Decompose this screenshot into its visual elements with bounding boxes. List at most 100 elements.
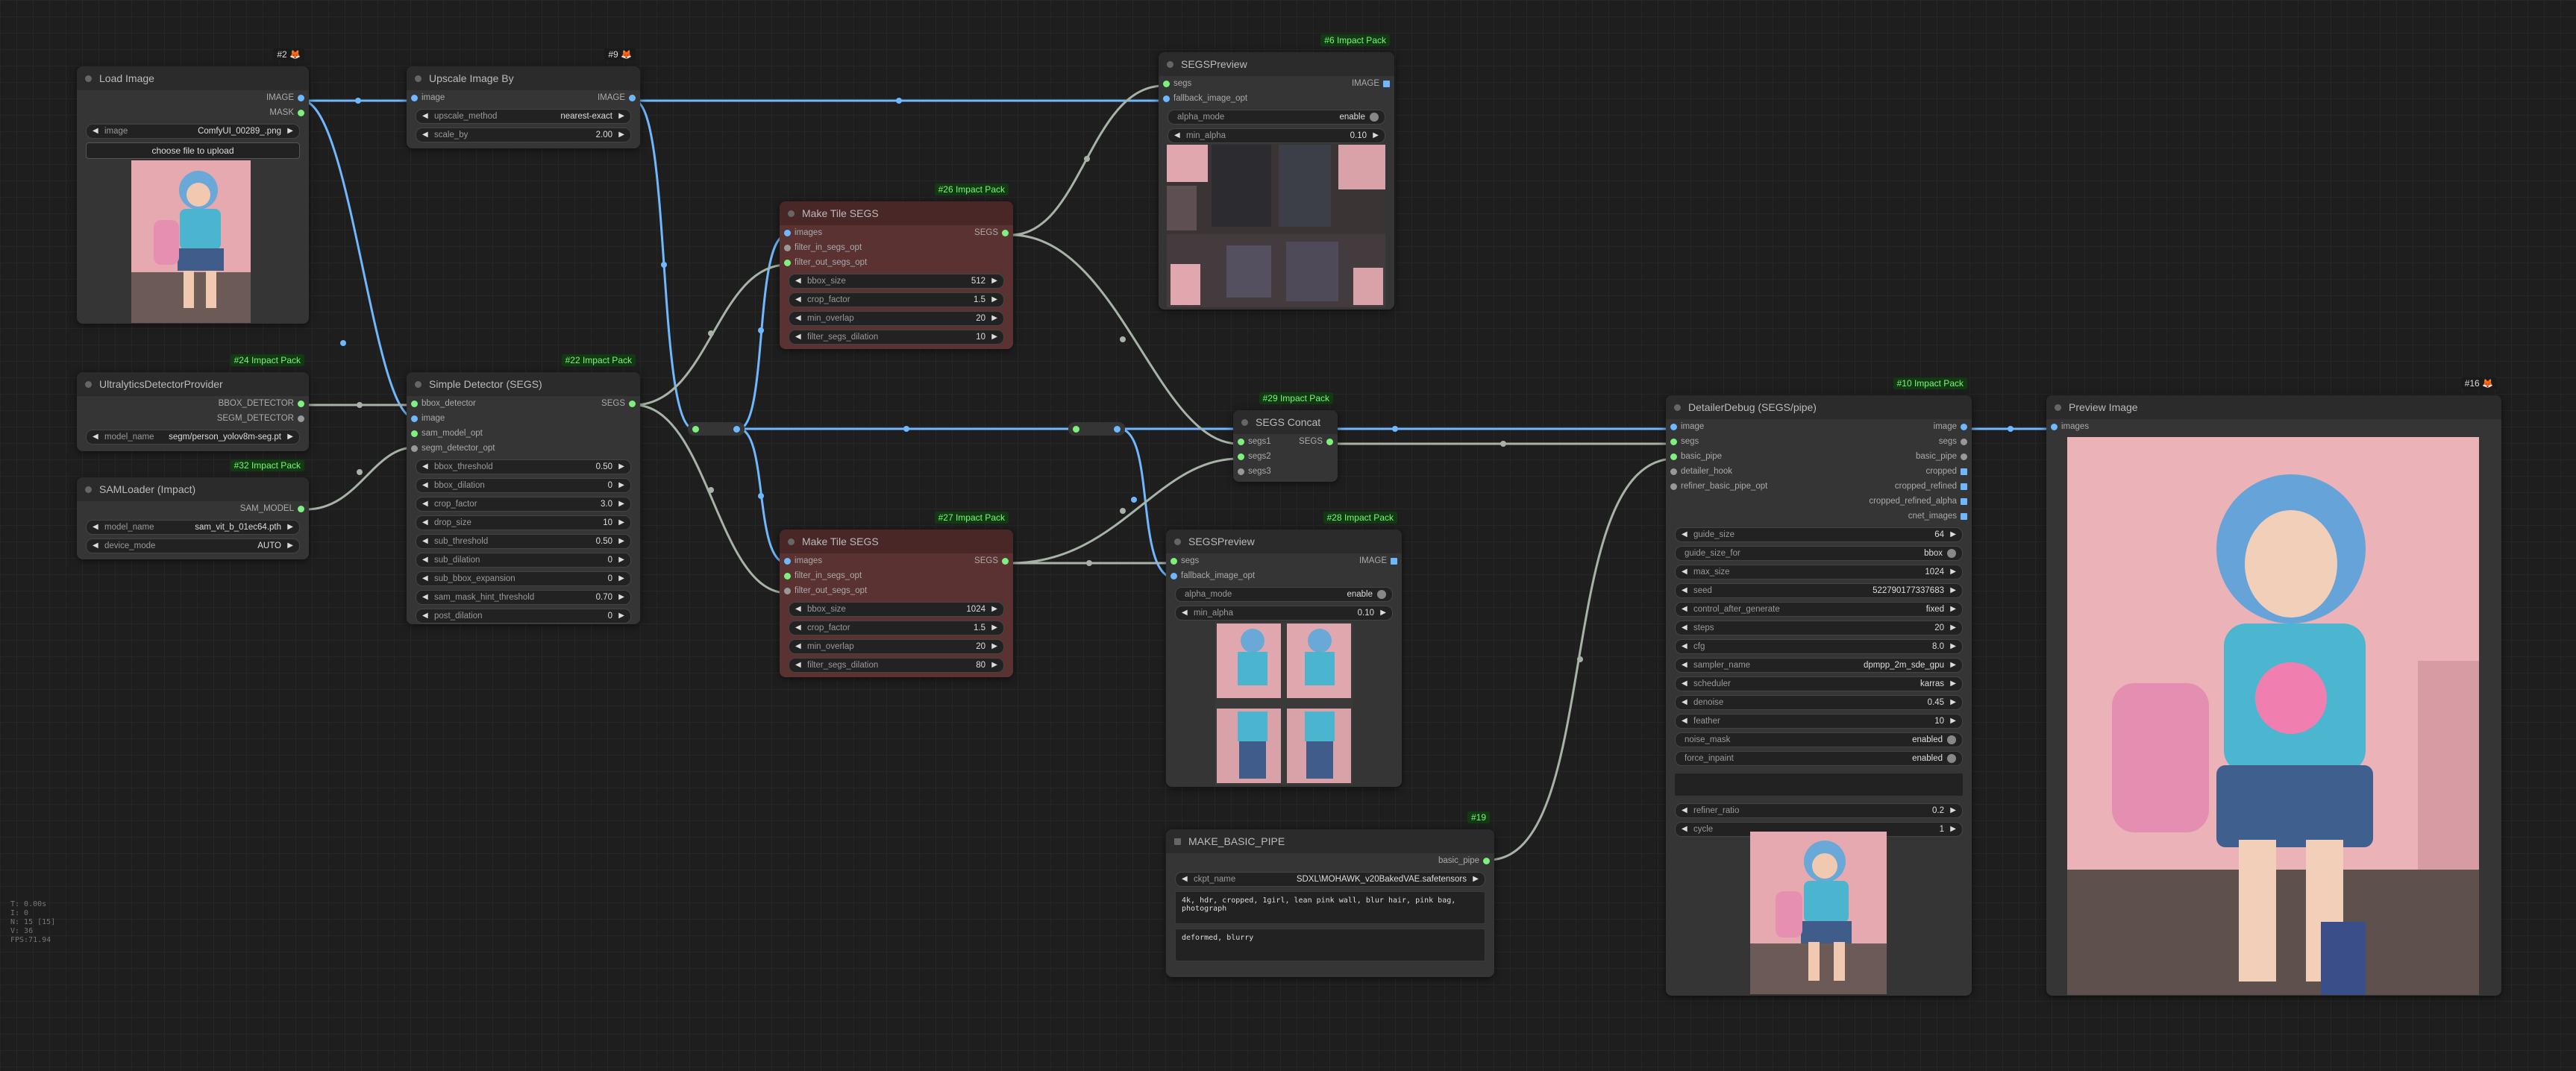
arrow-right-icon[interactable]: ▶ xyxy=(991,330,997,344)
widget-max-size[interactable]: ◀ max_size 1024 ▶ xyxy=(1675,565,1963,580)
output-pin[interactable] xyxy=(298,95,304,101)
output-pin[interactable] xyxy=(733,426,740,433)
arrow-left-icon[interactable]: ◀ xyxy=(1182,606,1188,620)
widget-guide-size[interactable]: ◀ guide_size 64 ▶ xyxy=(1675,527,1963,542)
input-pin[interactable] xyxy=(411,95,418,101)
widget-seed[interactable]: ◀ seed 522790177337683 ▶ xyxy=(1675,583,1963,598)
arrow-right-icon[interactable]: ▶ xyxy=(618,460,624,474)
arrow-right-icon[interactable]: ▶ xyxy=(618,516,624,530)
widget-bbox-size[interactable]: ◀ bbox_size 512 ▶ xyxy=(789,274,1004,289)
input-pin[interactable] xyxy=(411,401,418,407)
widget-crop-factor[interactable]: ◀ crop_factor 3.0 ▶ xyxy=(416,497,631,512)
widget-bbox-threshold[interactable]: ◀ bbox_threshold 0.50 ▶ xyxy=(416,459,631,474)
widget-sub-threshold[interactable]: ◀ sub_threshold 0.50 ▶ xyxy=(416,534,631,549)
input-pin[interactable] xyxy=(784,573,791,580)
toggle-icon[interactable] xyxy=(1370,113,1379,122)
node-title[interactable]: Upscale Image By xyxy=(407,66,640,90)
input-pin[interactable] xyxy=(784,558,791,565)
output-pin[interactable] xyxy=(1383,81,1390,87)
arrow-left-icon[interactable]: ◀ xyxy=(795,330,801,344)
node-title[interactable]: SEGSPreview xyxy=(1159,52,1394,76)
node-title[interactable]: DetailerDebug (SEGS/pipe) xyxy=(1666,395,1972,419)
input-pin[interactable] xyxy=(784,245,791,251)
widget-sam-mask-hint-threshold[interactable]: ◀ sam_mask_hint_threshold 0.70 ▶ xyxy=(416,590,631,605)
node-title[interactable]: Make Tile SEGS xyxy=(780,201,1013,225)
widget-upscale-method[interactable]: ◀ upscale_method nearest-exact ▶ xyxy=(416,109,631,124)
arrow-left-icon[interactable]: ◀ xyxy=(1682,804,1687,817)
arrow-right-icon[interactable]: ▶ xyxy=(1950,565,1956,579)
node-title[interactable]: Simple Detector (SEGS) xyxy=(407,372,640,396)
input-pin[interactable] xyxy=(1670,439,1677,445)
arrow-left-icon[interactable]: ◀ xyxy=(1682,823,1687,836)
arrow-left-icon[interactable]: ◀ xyxy=(1682,584,1687,597)
output-pin[interactable] xyxy=(298,506,304,512)
input-pin[interactable] xyxy=(1670,424,1677,430)
widget-sampler-name[interactable]: ◀ sampler_name dpmpp_2m_sde_gpu ▶ xyxy=(1675,658,1963,673)
widget-noise-mask[interactable]: noise_mask enabled xyxy=(1675,732,1963,747)
widget-scheduler[interactable]: ◀ scheduler karras ▶ xyxy=(1675,676,1963,691)
toggle-icon[interactable] xyxy=(1377,590,1386,599)
arrow-right-icon[interactable]: ▶ xyxy=(618,591,624,604)
widget-cfg[interactable]: ◀ cfg 8.0 ▶ xyxy=(1675,639,1963,654)
input-pin[interactable] xyxy=(411,415,418,422)
arrow-right-icon[interactable]: ▶ xyxy=(1950,528,1956,541)
output-pin[interactable] xyxy=(1961,468,1967,475)
widget-control-after-generate[interactable]: ◀ control_after_generate fixed ▶ xyxy=(1675,602,1963,617)
output-pin[interactable] xyxy=(298,415,304,422)
reroute-node[interactable] xyxy=(688,422,745,436)
widget-alpha-mode[interactable]: alpha_mode enable xyxy=(1175,587,1393,602)
arrow-right-icon[interactable]: ▶ xyxy=(287,521,293,534)
output-pin[interactable] xyxy=(1391,558,1397,565)
arrow-right-icon[interactable]: ▶ xyxy=(618,609,624,623)
arrow-left-icon[interactable]: ◀ xyxy=(1682,640,1687,653)
arrow-right-icon[interactable]: ▶ xyxy=(618,479,624,492)
output-pin[interactable] xyxy=(298,401,304,407)
arrow-left-icon[interactable]: ◀ xyxy=(422,516,428,530)
widget-sub-bbox-expansion[interactable]: ◀ sub_bbox_expansion 0 ▶ xyxy=(416,571,631,586)
arrow-left-icon[interactable]: ◀ xyxy=(422,479,428,492)
arrow-left-icon[interactable]: ◀ xyxy=(1682,659,1687,672)
arrow-left-icon[interactable]: ◀ xyxy=(1682,603,1687,616)
node-title[interactable]: SAMLoader (Impact) xyxy=(77,477,309,501)
toggle-icon[interactable] xyxy=(1947,735,1956,744)
arrow-left-icon[interactable]: ◀ xyxy=(93,430,98,444)
arrow-left-icon[interactable]: ◀ xyxy=(422,535,428,548)
widget-post-dilation[interactable]: ◀ post_dilation 0 ▶ xyxy=(416,609,631,624)
output-pin[interactable] xyxy=(1002,558,1009,565)
arrow-right-icon[interactable]: ▶ xyxy=(991,312,997,325)
output-pin[interactable] xyxy=(1961,513,1967,520)
input-pin[interactable] xyxy=(692,426,699,433)
image-select[interactable]: ◀ image ComfyUI_00289_.png ▶ xyxy=(86,124,300,139)
arrow-right-icon[interactable]: ▶ xyxy=(1950,640,1956,653)
arrow-left-icon[interactable]: ◀ xyxy=(422,591,428,604)
output-pin[interactable] xyxy=(1961,483,1967,490)
output-pin[interactable] xyxy=(1961,498,1967,505)
widget-filter-segs-dilation[interactable]: ◀ filter_segs_dilation 10 ▶ xyxy=(789,330,1004,345)
arrow-right-icon[interactable]: ▶ xyxy=(991,621,997,635)
arrow-left-icon[interactable]: ◀ xyxy=(422,460,428,474)
widget-force-inpaint[interactable]: force_inpaint enabled xyxy=(1675,751,1963,766)
output-pin[interactable] xyxy=(1326,439,1333,445)
widget-model-name[interactable]: ◀ model_name segm/person_yolov8m-seg.pt ▶ xyxy=(86,430,300,445)
input-pin[interactable] xyxy=(784,588,791,594)
node-title[interactable]: UltralyticsDetectorProvider xyxy=(77,372,309,396)
arrow-right-icon[interactable]: ▶ xyxy=(1950,823,1956,836)
arrow-right-icon[interactable]: ▶ xyxy=(618,110,624,123)
input-pin[interactable] xyxy=(1171,573,1177,580)
arrow-right-icon[interactable]: ▶ xyxy=(287,430,293,444)
arrow-right-icon[interactable]: ▶ xyxy=(1950,659,1956,672)
arrow-right-icon[interactable]: ▶ xyxy=(1950,584,1956,597)
output-pin[interactable] xyxy=(1114,426,1121,433)
arrow-left-icon[interactable]: ◀ xyxy=(93,539,98,553)
node-make-tile-segs-1[interactable]: #26 Impact Pack Make Tile SEGS images SEG… xyxy=(780,183,1013,349)
node-load-image[interactable]: #2 🦊 Load Image IMAGE MASK ◀ image ComfyUI… xyxy=(77,48,309,324)
node-detailer-debug[interactable]: #10 Impact Pack DetailerDebug (SEGS/pipe… xyxy=(1666,377,1972,996)
arrow-left-icon[interactable]: ◀ xyxy=(1682,621,1687,635)
arrow-right-icon[interactable]: ▶ xyxy=(1373,129,1379,142)
node-samloader[interactable]: #32 Impact Pack SAMLoader (Impact) SAM_M… xyxy=(77,459,309,559)
arrow-left-icon[interactable]: ◀ xyxy=(795,312,801,325)
arrow-left-icon[interactable]: ◀ xyxy=(422,572,428,585)
widget-crop-factor[interactable]: ◀ crop_factor 1.5 ▶ xyxy=(789,621,1004,635)
arrow-right-icon[interactable]: ▶ xyxy=(1950,621,1956,635)
node-make-basic-pipe[interactable]: #19 MAKE_BASIC_PIPE basic_pipe ◀ ckpt_nam… xyxy=(1166,811,1494,977)
